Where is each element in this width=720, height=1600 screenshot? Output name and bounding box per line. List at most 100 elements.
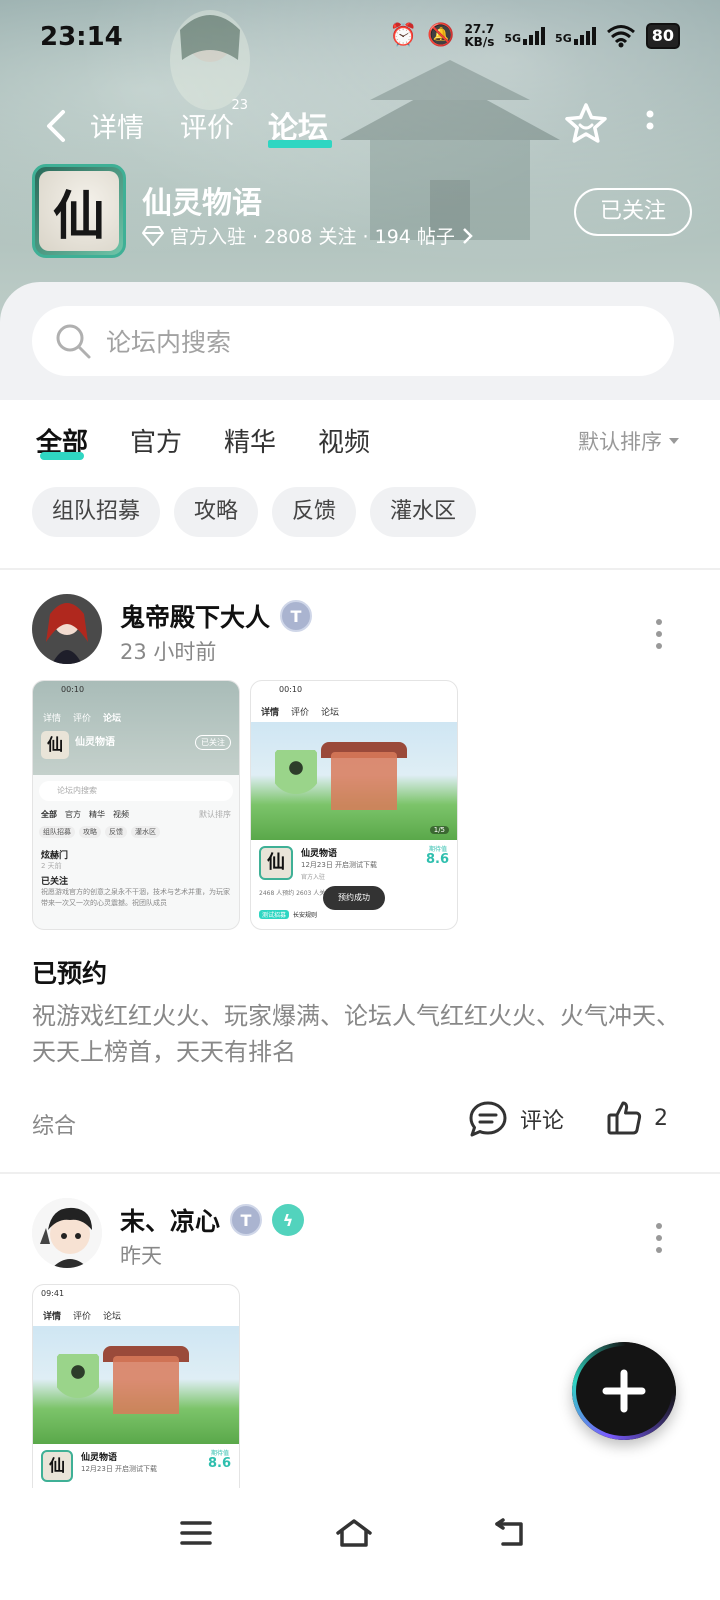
tab-details[interactable]: 详情 — [90, 106, 144, 145]
thumb-1-follow: 已关注 — [195, 735, 231, 750]
post-more-button[interactable] — [654, 1220, 664, 1256]
menu-button[interactable] — [166, 1508, 226, 1558]
caret-down-icon — [669, 438, 679, 444]
game-logo-glyph: 仙 — [39, 171, 119, 251]
search-icon — [56, 324, 91, 359]
thumb-1-chip: 攻略 — [79, 826, 101, 838]
like-count: 2 — [654, 1105, 668, 1131]
lightning-badge-icon: ϟ — [272, 1204, 305, 1236]
level-badge-icon: T — [230, 1204, 263, 1236]
thumb-1-post-text: 祝愿游戏官方的创意之泉永不干涸，技术与艺术并重，为玩家带来一次又一次的心灵震撼。… — [41, 888, 230, 907]
filter-tabs: 全部 官方 精华 视频 默认排序 — [0, 400, 720, 480]
tab-forum-indicator — [268, 140, 332, 148]
thumb-1-filter: 全部 — [41, 810, 57, 819]
thumb-3-tab: 论坛 — [103, 1312, 122, 1322]
thumb-1-filter: 官方 — [65, 810, 81, 819]
thumb-2-toast: 预约成功 — [323, 886, 385, 910]
chip-guides[interactable]: 攻略 — [174, 487, 259, 537]
thumb-1-poster-time: 2 天前 — [41, 862, 62, 870]
thumb-2-tab: 详情 — [261, 708, 280, 718]
thumb-1-tab: 详情 — [43, 714, 62, 724]
comment-button[interactable]: 评论 — [468, 1100, 564, 1138]
filter-tab-video[interactable]: 视频 — [318, 422, 370, 459]
search-placeholder: 论坛内搜索 — [106, 328, 232, 357]
signal-1-icon: 5G — [504, 27, 546, 45]
like-button[interactable]: 2 — [606, 1100, 668, 1136]
game-name: 仙灵物语 — [142, 186, 262, 221]
post-title: 已预约 — [32, 959, 108, 988]
back-button[interactable] — [36, 104, 76, 148]
post-author[interactable]: 鬼帝殿下大人 T — [120, 598, 313, 634]
top-nav: 详情 评价 23 论坛 — [0, 96, 720, 156]
thumb-3-scene — [33, 1326, 239, 1444]
follow-button[interactable]: 已关注 — [574, 188, 692, 236]
search-input[interactable]: 论坛内搜索 — [32, 306, 674, 376]
avatar[interactable] — [32, 1198, 102, 1268]
post-image-1[interactable]: 09:41 详情 评价 论坛 仙 仙灵物语 12月23日 开启测试下载 期待值 … — [32, 1284, 240, 1488]
filter-tab-all-indicator — [40, 452, 84, 460]
avatar[interactable] — [32, 594, 102, 664]
thumb-1-tab: 评价 — [73, 714, 92, 724]
sort-dropdown[interactable]: 默认排序 — [578, 426, 680, 456]
home-button[interactable] — [324, 1508, 384, 1558]
more-vertical-icon — [646, 110, 654, 130]
thumb-1-filters: 全部 官方 精华 视频 默认排序 — [33, 807, 239, 822]
post-author-name: 末、凉心 — [120, 1207, 221, 1236]
filter-tab-featured[interactable]: 精华 — [224, 422, 276, 459]
back-nav-button[interactable] — [480, 1508, 540, 1558]
thumb-3-tab: 评价 — [73, 1312, 92, 1322]
thumb-3-game-sub: 12月23日 开启测试下载 — [81, 1465, 158, 1473]
game-info: 仙 仙灵物语 官方入驻 · 2808 关注 · 194 帖子 已关注 — [32, 164, 692, 264]
status-time: 23:14 — [40, 22, 123, 52]
sort-label: 默认排序 — [578, 430, 662, 454]
game-meta[interactable]: 官方入驻 · 2808 关注 · 194 帖子 — [142, 222, 473, 249]
post-image-1[interactable]: 00:10 详情 评价 论坛 仙 仙灵物语 已关注 论坛内搜索 全部 官方 精华… — [32, 680, 240, 930]
post-time: 23 小时前 — [120, 640, 217, 664]
thumb-1-sort: 默认排序 — [199, 810, 231, 819]
status-icons: ⏰ 🔕 27.7 KB/s 5G 5G 80 — [390, 22, 680, 50]
chip-team-recruit[interactable]: 组队招募 — [32, 487, 161, 537]
avatar-image — [32, 1198, 102, 1268]
thumb-2-status-time: 00:10 — [279, 685, 303, 694]
post-author[interactable]: 末、凉心 T ϟ — [120, 1202, 305, 1238]
more-options-button[interactable] — [640, 104, 660, 144]
tab-reviews-count: 23 — [231, 98, 248, 113]
thumb-1-game-name: 仙灵物语 — [75, 737, 115, 748]
thumb-3-info: 仙 仙灵物语 12月23日 开启测试下载 期待值 8.6 — [33, 1444, 239, 1484]
signal-2-icon: 5G — [555, 27, 596, 45]
thumb-2-logo: 仙 — [259, 846, 293, 880]
chip-feedback[interactable]: 反馈 — [272, 487, 357, 537]
thumb-2-tab: 论坛 — [321, 708, 340, 718]
post-author-name: 鬼帝殿下大人 — [120, 603, 271, 632]
thumb-2-official: 官方入驻 — [301, 874, 326, 881]
network-speed: 27.7 KB/s — [464, 23, 494, 49]
thumb-2-score: 8.6 — [425, 852, 449, 867]
tab-reviews[interactable]: 评价 23 — [180, 98, 248, 145]
thumb-1-status-time: 00:10 — [61, 685, 85, 694]
thumb-2-tag-text: 长安规则 — [293, 912, 318, 919]
chip-chat[interactable]: 灌水区 — [370, 487, 477, 537]
thumb-3-status-time: 09:41 — [41, 1289, 65, 1298]
post-card[interactable]: 末、凉心 T ϟ 昨天 09:41 详情 评价 论坛 仙 仙灵物语 12月23日… — [0, 1174, 720, 1494]
favorite-button[interactable] — [562, 100, 610, 148]
topic-chips: 组队招募 攻略 反馈 灌水区 — [32, 487, 477, 537]
network-speed-unit: KB/s — [464, 35, 495, 49]
post-card[interactable]: 鬼帝殿下大人 T 23 小时前 00:10 详情 评价 论坛 仙 仙灵物语 已关… — [0, 570, 720, 1172]
alarm-icon: ⏰ — [389, 23, 417, 48]
thumb-1-tabs: 详情 评价 论坛 — [43, 711, 121, 724]
post-text: 祝游戏红红火火、玩家爆满、论坛人气红红火火、火气冲天、天天上榜首，天天有排名 — [32, 1002, 680, 1066]
post-more-button[interactable] — [654, 616, 664, 652]
game-logo[interactable]: 仙 — [32, 164, 126, 258]
post-image-2[interactable]: 00:10 详情 评价 论坛 1/5 仙 仙灵物语 12月23日 开启测试下载 … — [250, 680, 458, 930]
menu-icon — [180, 1521, 212, 1545]
create-post-button[interactable] — [572, 1342, 676, 1440]
thumb-2-page: 1/5 — [429, 826, 449, 834]
thumb-2-scene: 1/5 — [251, 722, 457, 840]
home-icon — [336, 1519, 372, 1547]
thumb-1-search: 论坛内搜索 — [39, 781, 233, 801]
signal-2-label: 5G — [555, 32, 572, 45]
avatar-image — [32, 594, 102, 664]
thumb-1-post-title: 已关注 — [41, 877, 69, 887]
filter-tab-official[interactable]: 官方 — [130, 422, 182, 459]
thumb-2-tabs: 详情 评价 论坛 — [251, 701, 457, 722]
